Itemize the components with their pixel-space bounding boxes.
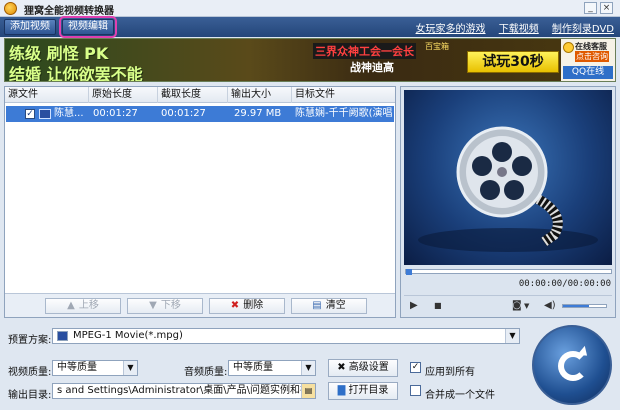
apply-all-checkbox[interactable]: ✓ xyxy=(410,362,421,373)
arrow-down-icon: ▼ xyxy=(149,300,157,311)
output-dir-label: 输出目录: xyxy=(8,390,52,401)
cell-source: 陈慧... xyxy=(54,108,84,119)
banner-shop-text: 百宝箱 xyxy=(425,42,449,51)
video-quality-value: 中等质量 xyxy=(57,362,97,373)
seek-bar[interactable] xyxy=(405,269,612,275)
service-icon xyxy=(563,42,574,53)
delete-button[interactable]: ✖ 删除 xyxy=(209,298,285,314)
output-settings: 预置方案: MPEG-1 Movie(*.mpg) ▼ 视频质量: 中等质量 ▼… xyxy=(4,322,616,406)
snapshot-dropdown-icon[interactable]: ▼ xyxy=(524,302,529,310)
top-links: 女玩家多的游戏 下载视频 制作刻录DVD xyxy=(406,20,614,35)
wrench-icon: ✖ xyxy=(337,362,349,373)
play-icon[interactable]: ▶ xyxy=(410,300,418,311)
toolbar: 添加视频 视频编辑 女玩家多的游戏 下载视频 制作刻录DVD xyxy=(0,16,620,38)
cell-size: 29.97 MB xyxy=(234,108,282,119)
apply-all-label: 应用到所有 xyxy=(425,367,475,378)
film-icon xyxy=(57,331,68,341)
link-burn-dvd[interactable]: 制作刻录DVD xyxy=(552,24,614,35)
banner-slogan-2: 结婚 让你欲罢不能 xyxy=(9,65,143,82)
seek-knob[interactable] xyxy=(406,269,412,275)
clear-label: 清空 xyxy=(325,300,346,311)
add-video-button[interactable]: 添加视频 xyxy=(4,19,56,35)
clear-button[interactable]: ▤ 清空 xyxy=(291,298,367,314)
video-quality-label: 视频质量: xyxy=(8,367,52,378)
chevron-down-icon[interactable]: ▼ xyxy=(505,329,519,343)
volume-icon[interactable]: ◀) xyxy=(544,300,556,311)
audio-quality-value: 中等质量 xyxy=(233,362,273,373)
volume-fill xyxy=(563,305,589,307)
stop-icon[interactable]: ■ xyxy=(434,301,442,310)
close-button[interactable]: × xyxy=(600,2,613,14)
col-original-length[interactable]: 原始长度 xyxy=(89,87,158,103)
banner-guild-text: 三界众神工会一会长 xyxy=(313,43,416,59)
file-list-panel: 源文件 原始长度 截取长度 输出大小 目标文件 ✓ 陈慧... 00:01:27… xyxy=(4,86,396,318)
move-up-button[interactable]: ▲ 上移 xyxy=(45,298,121,314)
output-path-field[interactable]: s and Settings\Administrator\桌面\产品\问题实例和… xyxy=(52,383,316,399)
move-down-button[interactable]: ▼ 下移 xyxy=(127,298,203,314)
folder-browse-icon[interactable]: ▤ xyxy=(301,384,315,398)
timecode-display: 00:00:00/00:00:00 xyxy=(518,279,611,289)
preview-screen xyxy=(404,90,612,265)
clear-list-icon: ▤ xyxy=(312,300,322,311)
col-source[interactable]: 源文件 xyxy=(5,87,89,103)
audio-quality-select[interactable]: 中等质量 ▼ xyxy=(228,360,316,376)
film-reel-icon xyxy=(418,126,598,252)
snapshot-camera-icon[interactable]: ◙ xyxy=(512,300,522,311)
cell-cut: 00:01:27 xyxy=(161,108,206,119)
move-down-label: 下移 xyxy=(160,300,181,311)
title-bar: 狸窝全能视频转换器 _ × xyxy=(0,0,620,17)
video-file-icon xyxy=(39,109,51,119)
window-title: 狸窝全能视频转换器 xyxy=(24,6,114,17)
preset-label: 预置方案: xyxy=(8,335,52,346)
audio-quality-label: 音频质量: xyxy=(184,367,228,378)
online-service-panel[interactable]: 在线客服 点击咨询 QQ在线 xyxy=(561,39,615,81)
volume-slider[interactable] xyxy=(562,304,607,308)
cell-target: 陈慧娴-千千阙歌(演唱... xyxy=(295,108,393,119)
video-quality-select[interactable]: 中等质量 ▼ xyxy=(52,360,138,376)
list-action-bar: ▲ 上移 ▼ 下移 ✖ 删除 ▤ 清空 xyxy=(5,293,395,317)
preset-select[interactable]: MPEG-1 Movie(*.mpg) ▼ xyxy=(52,328,520,344)
edit-video-button[interactable]: 视频编辑 xyxy=(59,16,117,38)
table-row[interactable]: ✓ 陈慧... 00:01:27 00:01:27 29.97 MB 陈慧娴-千… xyxy=(6,106,394,122)
chevron-down-icon[interactable]: ▼ xyxy=(123,361,137,375)
folder-icon: ▇ xyxy=(337,385,349,396)
move-up-label: 上移 xyxy=(78,300,99,311)
col-cut-length[interactable]: 截取长度 xyxy=(158,87,228,103)
open-directory-button[interactable]: ▇ 打开目录 xyxy=(328,382,398,400)
ad-banner[interactable]: 练级 刷怪 PK 结婚 让你欲罢不能 三界众神工会一会长 战神迪高 百宝箱 试玩… xyxy=(4,38,616,82)
try-game-button[interactable]: 试玩30秒 xyxy=(467,51,559,73)
col-output-size[interactable]: 输出大小 xyxy=(228,87,292,103)
merge-checkbox[interactable] xyxy=(410,385,421,396)
playback-controls: ▶ ■ ◙ ▼ ◀) xyxy=(404,295,612,315)
open-directory-label: 打开目录 xyxy=(348,385,389,396)
delete-label: 删除 xyxy=(243,300,264,311)
link-games[interactable]: 女玩家多的游戏 xyxy=(416,24,486,35)
preview-panel: 00:00:00/00:00:00 ▶ ■ ◙ ▼ ◀) xyxy=(400,86,616,318)
delete-x-icon: ✖ xyxy=(230,300,240,311)
chevron-down-icon[interactable]: ▼ xyxy=(301,361,315,375)
arrow-up-icon: ▲ xyxy=(67,300,75,311)
preset-value: MPEG-1 Movie(*.mpg) xyxy=(73,330,183,341)
output-path-value: s and Settings\Administrator\桌面\产品\问题实例和… xyxy=(57,385,315,396)
service-click-label[interactable]: 点击咨询 xyxy=(575,51,609,62)
advanced-settings-button[interactable]: ✖ 高级设置 xyxy=(328,359,398,377)
merge-label: 合并成一个文件 xyxy=(425,390,495,401)
convert-start-button[interactable] xyxy=(532,325,612,405)
table-header: 源文件 原始长度 截取长度 输出大小 目标文件 xyxy=(5,87,395,103)
minimize-button[interactable]: _ xyxy=(584,2,597,14)
link-download-video[interactable]: 下载视频 xyxy=(499,24,539,35)
col-target-file[interactable]: 目标文件 xyxy=(292,87,395,103)
banner-war-text: 战神迪高 xyxy=(350,61,394,74)
row-checkbox[interactable]: ✓ xyxy=(25,109,35,119)
advanced-settings-label: 高级设置 xyxy=(348,362,389,373)
qq-online-button[interactable]: QQ在线 xyxy=(563,66,613,79)
app-logo-icon xyxy=(4,2,17,15)
cell-original: 00:01:27 xyxy=(93,108,138,119)
